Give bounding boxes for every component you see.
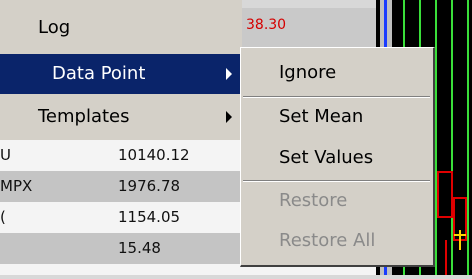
- menu-item-label: Templates: [38, 106, 130, 127]
- submenu-item-label: Ignore: [279, 62, 337, 83]
- row-symbol: MPX: [0, 177, 33, 195]
- submenu-item-restore[interactable]: Restore: [241, 182, 432, 222]
- menu-item-label: Log: [38, 17, 71, 38]
- submenu-item-label: Restore: [279, 190, 348, 211]
- row-value: 15.48: [118, 239, 161, 257]
- row-value: 10140.12: [118, 146, 190, 164]
- row-value: 1154.05: [118, 208, 181, 226]
- submenu-item-restore-all[interactable]: Restore All: [241, 222, 432, 262]
- menu-item-label: Data Point: [52, 63, 146, 84]
- submenu-item-ignore[interactable]: Ignore: [241, 54, 432, 94]
- submenu-item-set-values[interactable]: Set Values: [241, 139, 432, 179]
- row-symbol: U: [0, 146, 11, 164]
- data-point-submenu: Ignore Set Mean Set Values Restore Resto…: [240, 47, 435, 267]
- submenu-arrow-icon: [226, 68, 232, 80]
- submenu-item-label: Set Values: [279, 147, 374, 168]
- context-menu: Log Data Point Templates: [0, 0, 242, 140]
- price-value: 38.30: [246, 17, 287, 33]
- submenu-arrow-icon: [226, 111, 232, 123]
- row-value: 1976.78: [118, 177, 181, 195]
- menu-item-templates[interactable]: Templates: [0, 97, 242, 137]
- submenu-item-set-mean[interactable]: Set Mean: [241, 98, 432, 138]
- row-symbol: (: [0, 208, 6, 226]
- menu-item-log[interactable]: Log: [0, 8, 242, 48]
- menu-item-data-point[interactable]: Data Point: [0, 54, 242, 94]
- submenu-item-label: Set Mean: [279, 106, 364, 127]
- submenu-item-label: Restore All: [279, 230, 376, 251]
